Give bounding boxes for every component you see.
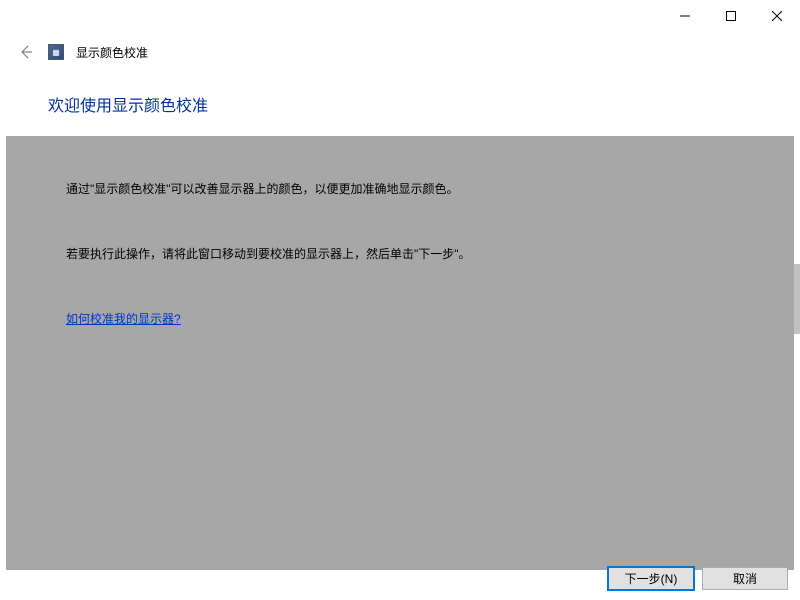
- next-button[interactable]: 下一步(N): [608, 567, 694, 590]
- paragraph-intro: 通过"显示颜色校准"可以改善显示器上的颜色，以便更加准确地显示颜色。: [66, 180, 734, 199]
- back-button[interactable]: [16, 42, 36, 62]
- paragraph-instruction: 若要执行此操作，请将此窗口移动到要校准的显示器上，然后单击"下一步"。: [66, 245, 734, 264]
- minimize-button[interactable]: [662, 0, 708, 32]
- heading-row: 欢迎使用显示颜色校准: [0, 76, 800, 136]
- titlebar: [0, 0, 800, 32]
- footer-buttons: 下一步(N) 取消: [608, 567, 788, 590]
- scrollbar-thumb[interactable]: [794, 264, 800, 334]
- page-heading: 欢迎使用显示颜色校准: [48, 92, 752, 116]
- content-area: 通过"显示颜色校准"可以改善显示器上的颜色，以便更加准确地显示颜色。 若要执行此…: [6, 136, 794, 570]
- close-button[interactable]: [754, 0, 800, 32]
- window-title: 显示颜色校准: [76, 44, 148, 61]
- app-icon: ▦: [48, 44, 64, 60]
- help-link[interactable]: 如何校准我的显示器?: [66, 312, 181, 326]
- maximize-button[interactable]: [708, 0, 754, 32]
- cancel-button[interactable]: 取消: [702, 567, 788, 590]
- header: ▦ 显示颜色校准: [0, 32, 800, 76]
